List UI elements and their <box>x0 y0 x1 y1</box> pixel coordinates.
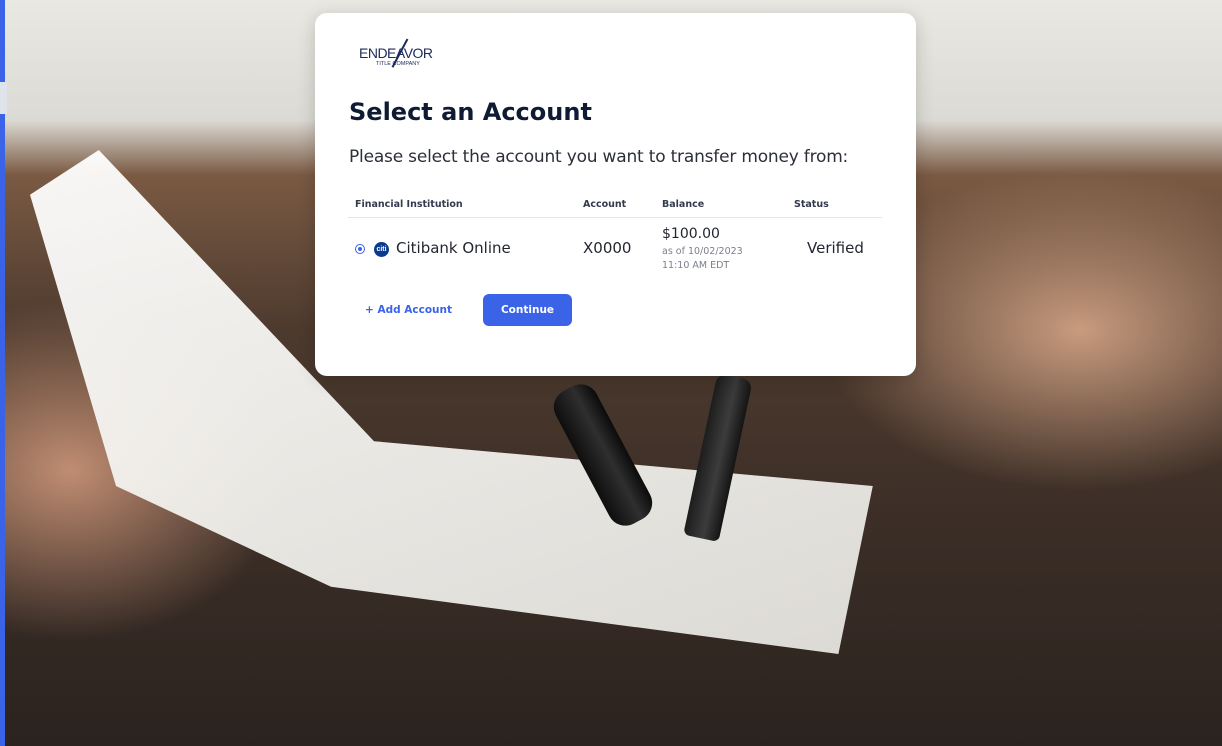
logo-wordmark: ENDEAVOR <box>359 45 433 61</box>
balance-amount: $100.00 <box>662 226 720 242</box>
header-balance: Balance <box>662 199 705 210</box>
status-badge: Verified <box>807 239 864 257</box>
header-account: Account <box>583 199 627 210</box>
logo-tagline: TITLE COMPANY <box>376 61 420 67</box>
add-account-button[interactable]: + Add Account <box>365 300 452 320</box>
account-number: X0000 <box>583 239 632 257</box>
balance-as-of-time: 11:10 AM EDT <box>662 260 730 271</box>
left-edge-marker <box>0 82 7 114</box>
balance-as-of-date: as of 10/02/2023 <box>662 246 743 257</box>
institution-name: Citibank Online <box>396 239 511 257</box>
radio-selected-icon[interactable] <box>355 244 365 254</box>
company-logo: ENDEAVOR TITLE COMPANY <box>359 33 459 71</box>
page-subtitle: Please select the account you want to tr… <box>349 147 849 167</box>
page-title: Select an Account <box>349 98 592 126</box>
header-status: Status <box>794 199 829 210</box>
table-row[interactable]: citi Citibank Online X0000 $100.00 as of… <box>348 223 882 279</box>
accounts-table-header: Financial Institution Account Balance St… <box>348 196 882 218</box>
select-account-card: ENDEAVOR TITLE COMPANY Select an Account… <box>315 13 916 376</box>
header-financial-institution: Financial Institution <box>355 199 463 210</box>
continue-button[interactable]: Continue <box>483 294 572 326</box>
citi-bank-icon: citi <box>374 242 389 257</box>
